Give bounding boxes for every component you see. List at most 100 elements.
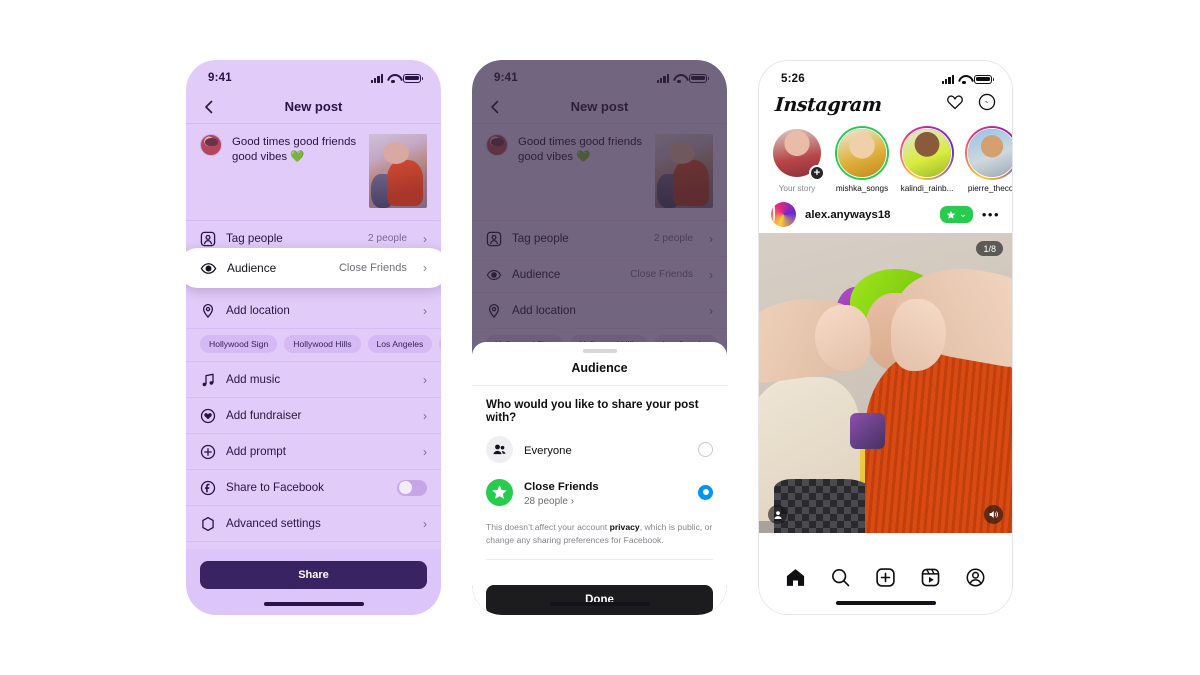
location-tag[interactable]: Hollywood Sign [200, 335, 278, 353]
stories-tray[interactable]: + Your story mishka_songs kalindi_rainb.… [759, 120, 1012, 197]
location-tag[interactable]: Los Angeles [367, 335, 433, 353]
option-text: Everyone [524, 441, 687, 459]
story-name: mishka_songs [835, 184, 889, 193]
tag-people-icon [200, 231, 216, 247]
new-post-screen: 9:41 New post Good times good friends go… [186, 60, 441, 615]
green-heart-emoji: 💚 [290, 151, 305, 164]
location-icon [200, 303, 216, 319]
caption-block[interactable]: Good times good friends good vibes 💚 [186, 124, 441, 221]
row-share-to-facebook[interactable]: Share to Facebook [186, 470, 441, 506]
radio-close-friends[interactable] [698, 484, 713, 500]
story-avatar [902, 128, 952, 178]
search-icon[interactable] [830, 567, 851, 593]
header-actions [946, 93, 996, 116]
row-label: Add music [226, 373, 281, 386]
home-indicator [263, 601, 364, 606]
home-icon[interactable] [785, 567, 806, 593]
row-label: Advanced settings [226, 517, 321, 530]
option-text: Close Friends 28 people › [524, 477, 687, 507]
status-indicators [941, 74, 995, 84]
status-bar: 5:26 [759, 61, 1012, 91]
page-title: New post [284, 99, 343, 114]
new-post-screen-dimmed: 9:41 New post Good times good friends go… [472, 60, 727, 615]
person-icon[interactable] [768, 505, 787, 524]
screenshot-canvas: 9:41 New post Good times good friends go… [0, 0, 1200, 675]
location-tag[interactable]: P [439, 335, 441, 353]
star-icon [486, 478, 513, 506]
post-image[interactable]: 1/8 [759, 233, 1012, 533]
radio-everyone[interactable] [698, 442, 713, 457]
row-label: Share to Facebook [226, 481, 324, 494]
story-avatar [967, 128, 1012, 178]
audience-option-close-friends[interactable]: Close Friends 28 people › [486, 477, 713, 507]
reels-icon[interactable] [920, 567, 941, 593]
story-ring-gradient [900, 126, 954, 180]
story-item[interactable]: mishka_songs [834, 126, 890, 193]
chevron-right-icon: › [423, 444, 427, 459]
heart-icon[interactable] [946, 93, 964, 116]
story-item[interactable]: kalindi_rainb... [899, 126, 955, 193]
done-button[interactable]: Done [486, 585, 713, 615]
story-avatar [837, 128, 887, 178]
option-name: Everyone [524, 444, 572, 457]
back-chevron-icon[interactable] [202, 100, 216, 114]
fundraiser-icon [200, 408, 216, 424]
row-label: Tag people [226, 232, 283, 245]
row-value: 2 people [367, 233, 407, 244]
create-icon[interactable] [875, 567, 896, 593]
note-prefix: This doesn’t affect your account [486, 522, 610, 532]
row-label: Add location [226, 304, 290, 317]
close-friends-badge[interactable]: ⌄ [940, 206, 973, 223]
post-thumbnail[interactable] [369, 134, 427, 208]
sheet-body: Who would you like to share your post wi… [472, 386, 727, 573]
post-photo-artwork [759, 233, 1012, 533]
chevron-right-icon: › [423, 516, 427, 531]
post-username[interactable]: alex.anyways18 [805, 209, 931, 221]
audience-bottom-sheet: Audience Who would you like to share you… [472, 342, 727, 615]
messenger-icon[interactable] [978, 93, 996, 116]
caption-text[interactable]: Good times good friends good vibes 💚 [232, 134, 359, 166]
row-add-fundraiser[interactable]: Add fundraiser › [186, 398, 441, 434]
post-header: alex.anyways18 ⌄ ••• [759, 197, 1012, 233]
row-label: Add prompt [226, 445, 286, 458]
story-item[interactable]: pierre_thecor [964, 126, 1012, 193]
row-add-prompt[interactable]: Add prompt › [186, 434, 441, 470]
privacy-link[interactable]: privacy [610, 522, 640, 532]
sheet-footer: Done [472, 573, 727, 615]
profile-icon[interactable] [965, 567, 986, 593]
speaker-icon[interactable] [984, 505, 1003, 524]
chevron-right-icon: › [423, 303, 427, 318]
add-story-plus-icon[interactable]: + [809, 165, 825, 181]
cellular-signal-icon [941, 74, 954, 84]
avatar [200, 134, 222, 156]
home-indicator [549, 601, 650, 606]
story-item[interactable]: + Your story [769, 126, 825, 193]
wifi-icon [387, 74, 399, 83]
instagram-logo[interactable]: Instagram [774, 94, 882, 116]
status-indicators [370, 73, 424, 83]
more-options-icon[interactable]: ••• [982, 208, 1000, 221]
plus-circle-icon [200, 444, 216, 460]
chevron-right-icon: › [423, 408, 427, 423]
privacy-note: This doesn’t affect your account privacy… [486, 521, 713, 560]
row-advanced-settings[interactable]: Advanced settings › [186, 506, 441, 542]
audience-label: Audience [227, 261, 277, 275]
post-avatar[interactable] [771, 202, 796, 227]
close-friends-eye-icon [200, 260, 217, 277]
instagram-feed-screen: 5:26 Instagram + Your story mishka_songs… [758, 60, 1013, 615]
story-name: kalindi_rainb... [900, 184, 954, 193]
story-name: Your story [778, 184, 816, 193]
audience-option-everyone[interactable]: Everyone [486, 436, 713, 463]
audience-row-highlighted[interactable]: Audience Close Friends › [186, 248, 441, 288]
star-icon [947, 210, 956, 219]
share-button[interactable]: Share [200, 561, 427, 589]
location-tag[interactable]: Hollywood Hills [284, 335, 361, 353]
sheet-question: Who would you like to share your post wi… [486, 398, 699, 424]
feed-header: Instagram [759, 91, 1012, 120]
row-add-music[interactable]: Add music › [186, 362, 441, 398]
chevron-right-icon: › [422, 261, 427, 275]
option-sub[interactable]: 28 people › [524, 496, 687, 507]
share-to-facebook-toggle[interactable] [397, 479, 427, 496]
row-add-location[interactable]: Add location › [186, 293, 441, 329]
cellular-signal-icon [370, 73, 383, 83]
